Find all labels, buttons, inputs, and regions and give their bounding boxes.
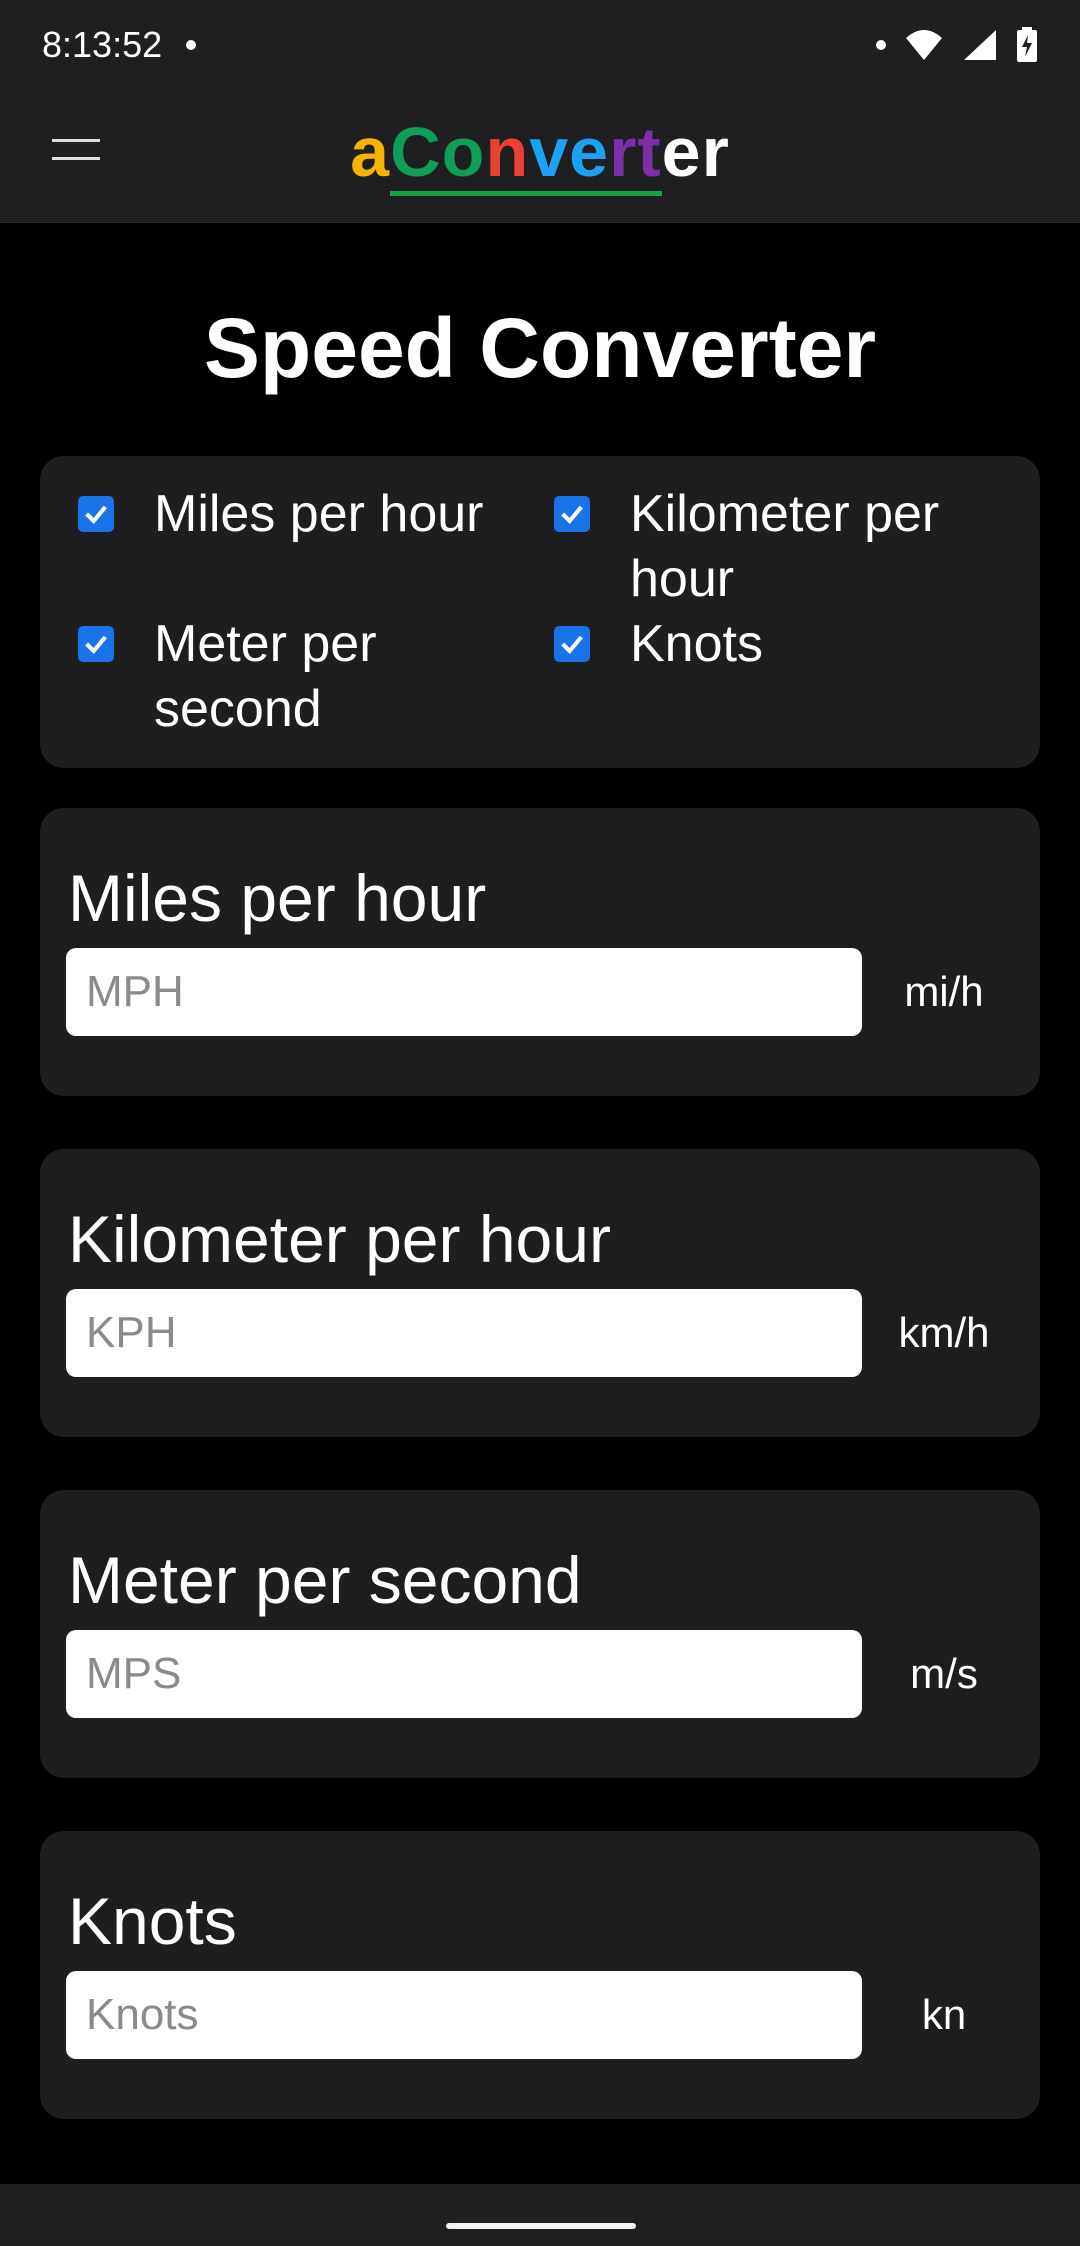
notification-dot-icon [876, 40, 886, 50]
unit-label: km/h [898, 1309, 990, 1356]
converter-label: Meter per second [68, 1543, 582, 1617]
converter-selection-card: Miles per hour Kilometer per hour Meter … [40, 456, 1040, 768]
checkbox-label: Miles per hour [154, 485, 484, 543]
logo-letter: e [661, 113, 702, 191]
logo-letter: n [485, 113, 530, 196]
unit-label: mi/h [904, 968, 984, 1015]
checkbox-checked-icon[interactable] [554, 626, 590, 662]
logo-letter: a [350, 113, 391, 191]
checkbox-checked-icon[interactable] [78, 496, 114, 532]
app-bar: aConverter [0, 90, 1080, 223]
mph-input[interactable] [66, 948, 862, 1036]
page-title: Speed Converter [203, 301, 877, 395]
status-bar: 8:13:52 [0, 0, 1080, 90]
unit-label: m/s [910, 1650, 978, 1697]
notification-dot-icon [186, 40, 197, 50]
checkbox-label: Meter per second [154, 615, 377, 738]
battery-charging-icon [1017, 27, 1037, 62]
logo-letter: v [529, 113, 570, 196]
checkbox-label: Knots [630, 615, 763, 673]
checkbox-miles-per-hour[interactable]: Miles per hour [66, 482, 542, 612]
kph-input[interactable] [66, 1289, 862, 1377]
checkbox-label: Kilometer per hour [630, 485, 940, 608]
checkbox-meter-per-second[interactable]: Meter per second [66, 612, 542, 742]
converter-label: Knots [68, 1884, 237, 1958]
converter-card-knots: Knots kn [40, 1831, 1040, 2119]
knots-input[interactable] [66, 1971, 862, 2059]
converter-label: Kilometer per hour [68, 1202, 611, 1276]
mps-input[interactable] [66, 1630, 862, 1718]
home-gesture-handle[interactable] [446, 2223, 636, 2229]
signal-icon [964, 30, 996, 60]
logo-letter: r [609, 113, 638, 196]
checkbox-knots[interactable]: Knots [542, 612, 1018, 742]
app-logo: aConverter [0, 112, 1080, 196]
checkbox-kilometer-per-hour[interactable]: Kilometer per hour [542, 482, 1012, 612]
status-time: 8:13:52 [42, 24, 163, 65]
logo-letter: o [441, 113, 486, 196]
converter-label: Miles per hour [68, 861, 487, 935]
converter-card-mps: Meter per second m/s [40, 1490, 1040, 1778]
converter-card-kph: Kilometer per hour km/h [40, 1149, 1040, 1437]
wifi-icon [906, 30, 942, 60]
logo-letter: C [390, 113, 442, 196]
logo-letter: e [569, 113, 610, 196]
converter-card-mph: Miles per hour mi/h [40, 808, 1040, 1096]
logo-letter: r [701, 113, 730, 191]
unit-label: kn [921, 1991, 967, 2038]
logo-letter: t [637, 113, 662, 196]
navigation-bar [0, 2184, 1080, 2246]
